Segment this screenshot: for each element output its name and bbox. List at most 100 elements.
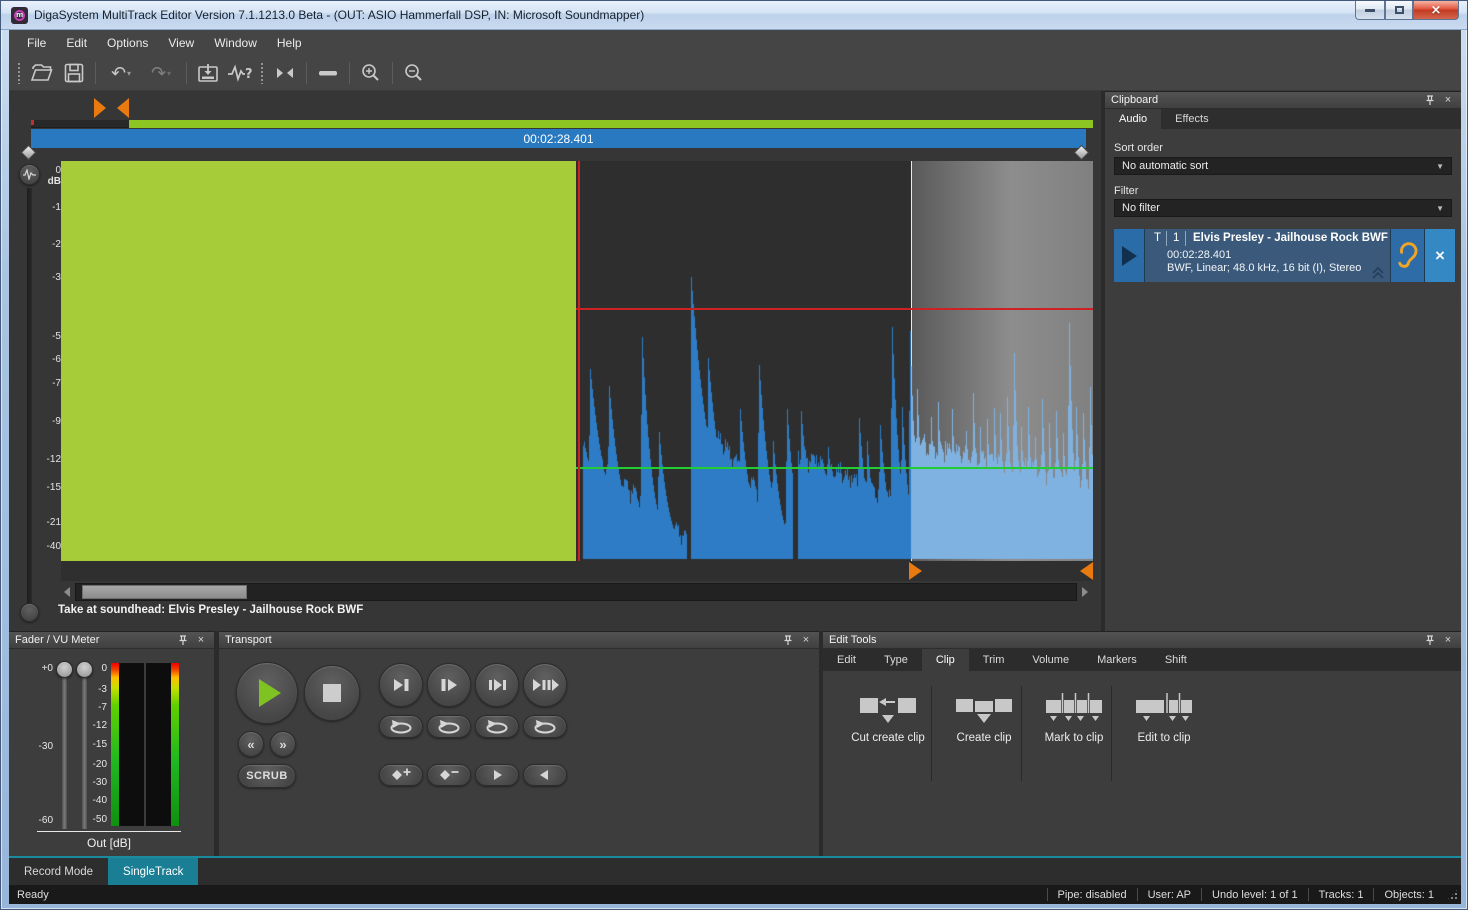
fader-track-left[interactable] (62, 669, 67, 829)
tab-effects[interactable]: Effects (1161, 109, 1222, 129)
close-panel-icon[interactable]: × (194, 633, 208, 647)
next-marker-button[interactable] (475, 764, 519, 786)
remove-marker-button[interactable] (427, 764, 471, 786)
pin-icon[interactable] (781, 633, 795, 647)
redo-button[interactable]: ↷▾ (141, 59, 181, 87)
loop-around-marks-button[interactable] (523, 715, 567, 738)
clip-play-button[interactable] (1114, 229, 1144, 282)
waveform-detect-button[interactable]: ? (224, 59, 256, 87)
remove-button[interactable] (312, 59, 344, 87)
edit-in-marker[interactable] (909, 562, 922, 580)
menu-view[interactable]: View (158, 32, 204, 54)
play-to-mark-button[interactable] (379, 663, 423, 707)
save-button[interactable] (58, 59, 90, 87)
close-panel-icon[interactable]: × (799, 633, 813, 647)
close-button[interactable]: × (1413, 1, 1459, 20)
scrollbar-thumb[interactable] (82, 585, 247, 599)
edit-out-marker[interactable] (1080, 562, 1093, 580)
skip-forward-button[interactable]: » (270, 731, 296, 757)
minimize-button[interactable] (1355, 1, 1385, 20)
play-button[interactable] (236, 662, 298, 724)
overview-in-marker[interactable] (94, 98, 106, 118)
snap-markers-icon (275, 66, 295, 80)
title-bar[interactable]: m DigaSystem MultiTrack Editor Version 7… (1, 1, 1467, 30)
play-around-marks-button[interactable] (523, 663, 567, 707)
overview-time-bar[interactable]: 00:02:28.401 (31, 129, 1086, 148)
stop-button[interactable] (304, 665, 360, 721)
tab-singletrack[interactable]: SingleTrack (108, 858, 198, 885)
transport-titlebar[interactable]: Transport × (219, 631, 819, 649)
meter-scale-label: -15 (85, 739, 107, 750)
import-take-button[interactable] (192, 59, 224, 87)
vu-meter-left-strip (111, 663, 119, 826)
tab-audio[interactable]: Audio (1105, 109, 1161, 129)
clip-remove-button[interactable]: × (1424, 229, 1455, 282)
overview-out-marker[interactable] (117, 98, 129, 118)
fader-knob-left[interactable] (56, 661, 73, 678)
filter-dropdown[interactable]: No filter▼ (1114, 199, 1452, 217)
clip-body[interactable]: T 1 Elvis Presley - Jailhouse Rock BWF 0… (1144, 229, 1390, 282)
sort-order-dropdown[interactable]: No automatic sort▼ (1114, 157, 1452, 175)
menu-options[interactable]: Options (97, 32, 158, 54)
loop-from-mark-button[interactable] (427, 715, 471, 738)
edit-to-clip-button[interactable]: Edit to clip (1119, 691, 1209, 744)
redo-dropdown-icon[interactable]: ▾ (167, 69, 171, 78)
tab-type[interactable]: Type (870, 649, 922, 671)
zoom-in-button[interactable] (355, 59, 387, 87)
tab-clip[interactable]: Clip (922, 649, 969, 671)
scroll-left-button[interactable] (61, 583, 73, 601)
loop-to-mark-button[interactable] (379, 715, 423, 738)
undo-dropdown-icon[interactable]: ▾ (127, 69, 131, 78)
menu-edit[interactable]: Edit (56, 32, 97, 54)
close-panel-icon[interactable]: × (1441, 93, 1455, 107)
tab-markers[interactable]: Markers (1083, 649, 1151, 671)
add-marker-button[interactable] (379, 764, 423, 786)
snap-markers-button[interactable] (269, 59, 301, 87)
green-level-line[interactable] (576, 467, 1093, 469)
vertical-zoom-knob[interactable] (20, 603, 39, 622)
overview-loaded-track[interactable] (31, 120, 1093, 128)
edit-tools-panel: Edit Tools × Edit Type Clip Trim Volume … (823, 631, 1461, 856)
skip-back-button[interactable]: « (238, 731, 264, 757)
toolbar-drag-handle[interactable] (260, 62, 265, 84)
horizontal-scrollbar[interactable] (75, 583, 1077, 601)
clipboard-titlebar[interactable]: Clipboard × (1105, 91, 1461, 109)
menu-window[interactable]: Window (204, 32, 267, 54)
create-clip-button[interactable]: Create clip (941, 691, 1027, 744)
resize-grip[interactable] (1446, 888, 1459, 901)
maximize-button[interactable] (1385, 1, 1413, 20)
tab-shift[interactable]: Shift (1151, 649, 1201, 671)
tab-trim[interactable]: Trim (969, 649, 1019, 671)
toolbar-drag-handle[interactable] (17, 62, 22, 84)
close-panel-icon[interactable]: × (1441, 633, 1455, 647)
lime-selection-block[interactable] (61, 161, 576, 561)
menu-help[interactable]: Help (267, 32, 312, 54)
prev-marker-button[interactable] (523, 764, 567, 786)
play-between-marks-button[interactable] (475, 663, 519, 707)
playhead-line[interactable] (578, 161, 580, 581)
play-from-mark-button[interactable] (427, 663, 471, 707)
loop-between-marks-button[interactable] (475, 715, 519, 738)
scroll-right-button[interactable] (1079, 583, 1091, 601)
clipboard-clip-entry[interactable]: T 1 Elvis Presley - Jailhouse Rock BWF 0… (1114, 229, 1455, 282)
waveform-view[interactable] (61, 161, 1093, 561)
undo-button[interactable]: ↶▾ (101, 59, 141, 87)
pin-icon[interactable] (1423, 93, 1437, 107)
collapse-chevrons-icon[interactable] (1371, 267, 1385, 279)
pin-icon[interactable] (1423, 633, 1437, 647)
tab-record-mode[interactable]: Record Mode (9, 858, 108, 885)
clip-prelisten-button[interactable] (1390, 229, 1424, 282)
open-button[interactable] (26, 59, 58, 87)
pin-icon[interactable] (176, 633, 190, 647)
marker-strip[interactable] (61, 561, 1093, 581)
cut-create-clip-button[interactable]: Cut create clip (843, 691, 933, 744)
mark-to-clip-button[interactable]: Mark to clip (1029, 691, 1119, 744)
edit-tools-titlebar[interactable]: Edit Tools × (823, 631, 1461, 649)
scrub-button[interactable]: SCRUB (238, 764, 296, 788)
menu-file[interactable]: File (17, 32, 56, 54)
zoom-out-button[interactable] (398, 59, 430, 87)
tab-edit[interactable]: Edit (823, 649, 870, 671)
fader-titlebar[interactable]: Fader / VU Meter × (9, 631, 214, 649)
tab-volume[interactable]: Volume (1018, 649, 1083, 671)
overview-green-bar[interactable] (129, 120, 1093, 128)
